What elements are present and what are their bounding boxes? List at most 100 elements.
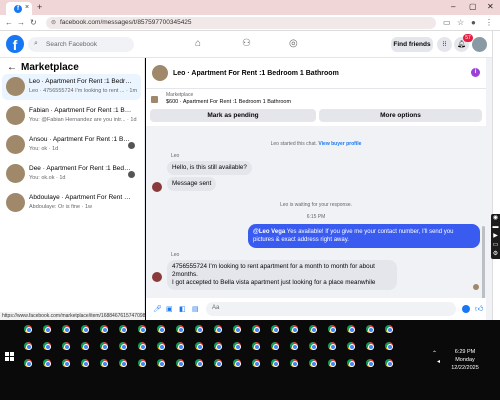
mention[interactable]: @Leo Vega [253,229,285,235]
mark-as-pending-button[interactable]: Mark as pending [150,109,316,122]
taskbar-chrome-window-icon[interactable] [41,357,53,369]
groups-icon[interactable]: ◎ [289,38,298,49]
taskbar-clock[interactable]: 6:29 PM Monday 12/22/2025 [447,348,483,372]
taskbar-chrome-window-icon[interactable] [269,340,281,352]
photo-icon[interactable]: ▣ [166,305,173,313]
taskbar-chrome-window-icon[interactable] [136,357,148,369]
conversation-item[interactable]: Fabian · Apartment For Rent :1 Bedro... … [2,103,141,129]
emoji-icon[interactable] [462,305,470,313]
taskbar-chrome-window-icon[interactable] [326,323,338,335]
taskbar-chrome-window-icon[interactable] [345,340,357,352]
taskbar-chrome-window-icon[interactable] [250,357,262,369]
taskbar-chrome-window-icon[interactable] [136,323,148,335]
taskbar-chrome-window-icon[interactable] [383,357,395,369]
taskbar-chrome-window-icon[interactable] [60,323,72,335]
taskbar-chrome-window-icon[interactable] [364,323,376,335]
screen-icon[interactable]: ▭ [491,241,500,250]
taskbar-chrome-window-icon[interactable] [307,357,319,369]
tab-close-icon[interactable]: × [25,4,29,11]
cast-icon[interactable]: ▭ [443,18,451,27]
taskbar-chrome-window-icon[interactable] [231,323,243,335]
taskbar-chrome-window-icon[interactable] [383,340,395,352]
taskbar-chrome-window-icon[interactable] [174,323,186,335]
taskbar-chrome-window-icon[interactable] [212,340,224,352]
taskbar-chrome-window-icon[interactable] [231,340,243,352]
message-input[interactable]: Aa [206,302,456,316]
taskbar-chrome-window-icon[interactable] [307,323,319,335]
search-facebook-input[interactable]: ⌕ Search Facebook [28,37,134,52]
chat-avatar[interactable] [152,65,168,81]
taskbar-chrome-window-icon[interactable] [345,323,357,335]
taskbar-chrome-window-icon[interactable] [22,357,34,369]
chat-icon[interactable]: ▬ [491,223,500,232]
taskbar-chrome-window-icon[interactable] [364,357,376,369]
taskbar-chrome-window-icon[interactable] [98,340,110,352]
forward-icon[interactable]: → [17,18,25,27]
taskbar-chrome-window-icon[interactable] [117,340,129,352]
taskbar-chrome-window-icon[interactable] [193,340,205,352]
chat-title[interactable]: Leo · Apartment For Rent :1 Bedroom 1 Ba… [173,70,339,77]
taskbar-chrome-window-icon[interactable] [250,323,262,335]
taskbar-chrome-window-icon[interactable] [193,323,205,335]
profile-icon[interactable]: ● [471,18,476,27]
taskbar-chrome-window-icon[interactable] [136,340,148,352]
taskbar-chrome-window-icon[interactable] [60,340,72,352]
network-icon[interactable]: ⌃ [432,350,437,357]
volume-icon[interactable]: ◂ [437,358,440,365]
site-info-icon[interactable]: ⊜ [51,19,56,26]
taskbar-chrome-window-icon[interactable] [98,357,110,369]
taskbar-chrome-window-icon[interactable] [155,323,167,335]
taskbar-chrome-window-icon[interactable] [41,323,53,335]
reload-icon[interactable]: ↻ [30,18,37,27]
taskbar-chrome-window-icon[interactable] [212,323,224,335]
taskbar-chrome-window-icon[interactable] [307,340,319,352]
close-window-icon[interactable]: ✕ [487,2,494,11]
taskbar-chrome-window-icon[interactable] [79,340,91,352]
sticker-icon[interactable]: ◧ [179,305,186,313]
maximize-icon[interactable]: ▢ [469,2,477,11]
taskbar-chrome-window-icon[interactable] [155,340,167,352]
taskbar-chrome-window-icon[interactable] [288,323,300,335]
account-avatar[interactable] [472,37,487,52]
taskbar-chrome-window-icon[interactable] [60,357,72,369]
settings-gear-icon[interactable]: ⚙ [491,250,500,259]
taskbar-chrome-window-icon[interactable] [383,323,395,335]
view-buyer-profile-link[interactable]: View buyer profile [318,141,361,147]
listing-summary[interactable]: Marketplace $600 · Apartment For Rent :1… [146,88,486,108]
taskbar-chrome-window-icon[interactable] [212,357,224,369]
taskbar-chrome-window-icon[interactable] [326,340,338,352]
taskbar-chrome-window-icon[interactable] [79,323,91,335]
taskbar-chrome-window-icon[interactable] [22,323,34,335]
like-icon[interactable]: 👍︎ [475,304,483,314]
taskbar-chrome-window-icon[interactable] [364,340,376,352]
taskbar-chrome-window-icon[interactable] [174,340,186,352]
taskbar-chrome-window-icon[interactable] [174,357,186,369]
taskbar-chrome-window-icon[interactable] [288,340,300,352]
menu-grid-icon[interactable]: ⁝⁝ [437,37,452,52]
conversation-item[interactable]: Dee · Apartment For Rent :1 Bedro... You… [2,161,141,187]
find-friends-button[interactable]: Find friends [391,37,433,52]
camera-icon[interactable]: ◉ [491,214,500,223]
taskbar-chrome-window-icon[interactable] [231,357,243,369]
minimize-icon[interactable]: – [451,2,455,11]
taskbar-chrome-window-icon[interactable] [117,357,129,369]
windows-start-icon[interactable] [5,352,14,361]
gif-icon[interactable]: ▤ [192,305,199,313]
taskbar-chrome-window-icon[interactable] [345,357,357,369]
back-arrow-icon[interactable]: ← [7,62,17,73]
bookmark-star-icon[interactable]: ☆ [457,18,464,27]
taskbar-chrome-window-icon[interactable] [269,357,281,369]
friends-icon[interactable]: ⚇ [242,38,251,49]
taskbar-chrome-window-icon[interactable] [41,340,53,352]
info-icon[interactable]: i [471,68,480,77]
home-icon[interactable]: ⌂ [195,38,201,49]
taskbar-chrome-window-icon[interactable] [22,340,34,352]
new-tab-button[interactable]: + [37,2,42,12]
taskbar-chrome-window-icon[interactable] [288,357,300,369]
taskbar-chrome-window-icon[interactable] [98,323,110,335]
taskbar-chrome-window-icon[interactable] [326,357,338,369]
facebook-logo[interactable]: f [6,35,24,53]
conversation-item[interactable]: Abdoulaye · Apartment For Rent :1 Be... … [2,190,141,216]
more-options-button[interactable]: More options [319,109,482,122]
taskbar-chrome-window-icon[interactable] [155,357,167,369]
